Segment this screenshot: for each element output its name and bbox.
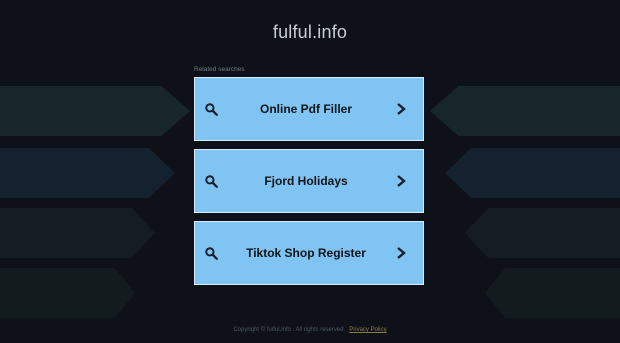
background-band — [0, 86, 190, 136]
related-search-link[interactable]: Tiktok Shop Register — [194, 221, 424, 285]
background-band — [485, 268, 620, 318]
search-icon — [203, 101, 219, 117]
related-search-label: Tiktok Shop Register — [246, 246, 366, 260]
background-band — [445, 148, 620, 198]
privacy-policy-link[interactable]: Privacy Policy — [349, 327, 386, 333]
related-search-label: Fjord Holidays — [264, 174, 348, 188]
page: fulful.info Related searches Online Pdf … — [0, 0, 620, 343]
chevron-right-icon — [393, 173, 409, 189]
footer: Copyright © fulful.info . All rights res… — [0, 327, 620, 333]
site-title: fulful.info — [272, 22, 348, 42]
background-band — [430, 86, 620, 136]
background-band — [0, 268, 135, 318]
copyright-text: Copyright © fulful.info . All rights res… — [233, 327, 346, 333]
chevron-right-icon — [393, 245, 409, 261]
search-icon — [203, 173, 219, 189]
background-band — [465, 208, 620, 258]
related-search-label: Online Pdf Filler — [259, 102, 352, 116]
background-band — [0, 148, 175, 198]
background-band — [0, 208, 155, 258]
related-search-link[interactable]: Fjord Holidays — [194, 149, 424, 213]
search-icon — [203, 245, 219, 261]
related-search-link[interactable]: Online Pdf Filler — [194, 77, 424, 141]
related-searches-label: Related searches — [194, 66, 245, 73]
chevron-right-icon — [393, 101, 409, 117]
